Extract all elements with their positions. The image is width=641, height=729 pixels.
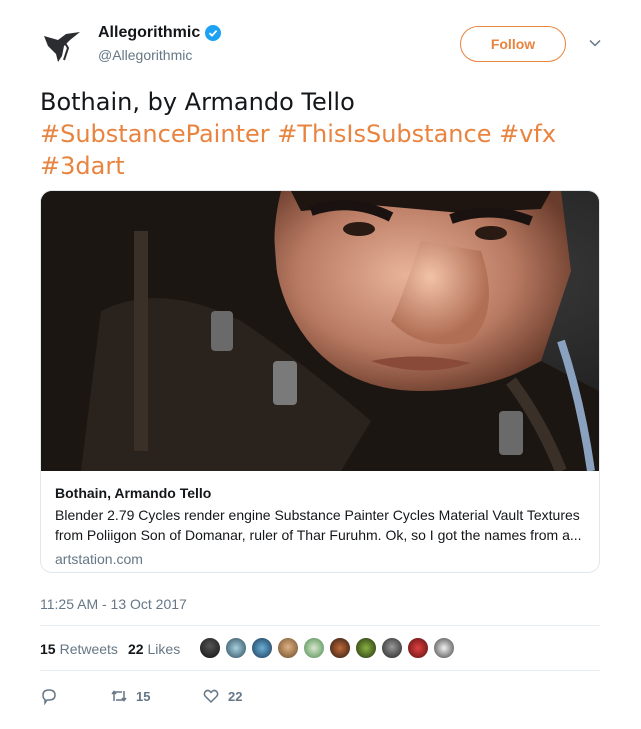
- hashtag-link[interactable]: #vfx: [499, 120, 556, 148]
- tweet-text: Bothain, by Armando Tello #SubstancePain…: [40, 86, 610, 182]
- card-description: Blender 2.79 Cycles render engine Substa…: [55, 507, 582, 543]
- likes-label[interactable]: Likes: [148, 641, 181, 657]
- avatar[interactable]: [406, 636, 430, 660]
- like-button[interactable]: 22: [202, 687, 242, 705]
- avatar[interactable]: [198, 636, 222, 660]
- tweet-text-plain: Bothain, by Armando Tello: [40, 88, 355, 116]
- avatar[interactable]: [276, 636, 300, 660]
- avatar[interactable]: [224, 636, 248, 660]
- reply-icon: [42, 689, 56, 705]
- divider: [40, 625, 600, 626]
- avatar[interactable]: [380, 636, 404, 660]
- divider: [40, 670, 600, 671]
- likes-count[interactable]: 22: [128, 641, 144, 657]
- card-domain[interactable]: artstation.com: [55, 551, 589, 567]
- tweet-header: Allegorithmic @Allegorithmic Follow: [40, 22, 610, 72]
- account-handle[interactable]: @Allegorithmic: [98, 47, 221, 63]
- allegorithmic-logo-icon[interactable]: [42, 26, 82, 66]
- liker-avatars: [198, 636, 458, 660]
- tweet-timestamp[interactable]: 11:25 AM - 13 Oct 2017: [40, 596, 187, 612]
- retweets-label[interactable]: Retweets: [60, 641, 118, 657]
- display-name[interactable]: Allegorithmic: [98, 24, 200, 42]
- reply-button[interactable]: [40, 687, 110, 705]
- retweet-count: 15: [136, 688, 151, 704]
- avatar[interactable]: [302, 636, 326, 660]
- likes-stat[interactable]: 22 Likes: [128, 641, 180, 657]
- retweet-button[interactable]: 15: [110, 687, 202, 705]
- verified-badge-icon: [205, 25, 222, 41]
- chevron-down-icon[interactable]: [588, 36, 602, 50]
- hashtag-link[interactable]: #ThisIsSubstance: [277, 120, 491, 148]
- avatar[interactable]: [354, 636, 378, 660]
- retweets-stat[interactable]: 15 Retweets: [40, 641, 118, 657]
- avatar[interactable]: [328, 636, 352, 660]
- hashtag-link[interactable]: #SubstancePainter: [40, 120, 270, 148]
- retweets-count[interactable]: 15: [40, 641, 56, 657]
- hashtag-link[interactable]: #3dart: [40, 152, 125, 180]
- link-card[interactable]: Bothain, Armando Tello Blender 2.79 Cycl…: [40, 190, 600, 573]
- card-title[interactable]: Bothain, Armando Tello: [55, 483, 589, 503]
- tweet-stats: 15 Retweets 22 Likes: [40, 634, 190, 664]
- tweet-actions: 15 22: [40, 686, 242, 706]
- account-info[interactable]: Allegorithmic @Allegorithmic: [98, 22, 222, 63]
- card-image[interactable]: [41, 191, 599, 471]
- avatar[interactable]: [432, 636, 456, 660]
- card-body[interactable]: Bothain, Armando Tello Blender 2.79 Cycl…: [55, 483, 589, 567]
- like-count: 22: [228, 688, 243, 704]
- heart-icon: [203, 689, 219, 704]
- retweet-icon: [111, 690, 127, 702]
- avatar[interactable]: [250, 636, 274, 660]
- follow-button[interactable]: Follow: [460, 26, 566, 62]
